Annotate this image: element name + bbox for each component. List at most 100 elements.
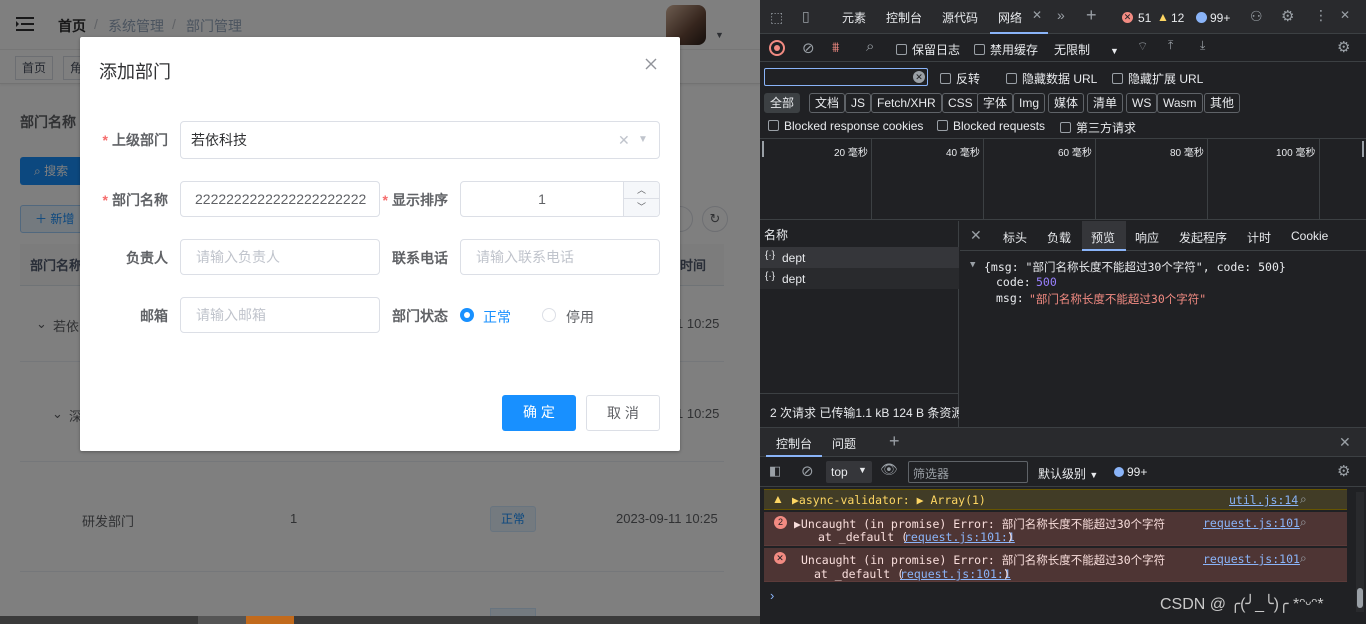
network-settings-icon[interactable]: ⚙ <box>1337 38 1350 56</box>
drawer-tab-console[interactable]: 控制台 <box>766 428 822 457</box>
stack-source-link[interactable]: request.js:101:1 <box>900 567 1011 581</box>
taskbar-item[interactable] <box>198 616 246 624</box>
tab-sources[interactable]: 源代码 <box>942 9 978 26</box>
status-radio-disabled[interactable] <box>542 308 556 322</box>
type-filter-doc[interactable]: 文档 <box>809 93 846 113</box>
hide-data-url-checkbox[interactable]: 隐藏数据 URL <box>1006 70 1097 87</box>
network-filter-input[interactable]: ✕ <box>764 68 928 86</box>
close-tab-icon[interactable]: ✕ <box>1032 8 1042 22</box>
type-filter-other[interactable]: 其他 <box>1204 93 1241 113</box>
close-icon[interactable] <box>645 58 657 70</box>
detail-tab-cookie[interactable]: Cookie <box>1291 229 1328 243</box>
error-count[interactable]: 51 <box>1138 11 1151 25</box>
expand-triangle-icon[interactable]: ▼ <box>970 260 975 270</box>
info-count[interactable]: 99+ <box>1210 11 1230 25</box>
more-menu-icon[interactable]: ⋮ <box>1314 7 1328 24</box>
drawer-tab-issues[interactable]: 问题 <box>832 435 856 452</box>
detail-tab-timing[interactable]: 计时 <box>1247 229 1271 246</box>
live-expression-icon[interactable]: 👁 <box>880 461 898 478</box>
close-drawer-icon[interactable]: ✕ <box>1339 434 1351 451</box>
import-har-icon[interactable]: ⤒ <box>1168 38 1173 53</box>
console-message-text[interactable]: ▶async-validator: ▶ Array(1) <box>792 493 986 507</box>
sort-input-number[interactable]: 1 ︿ ﹀ <box>460 181 660 217</box>
clear-filter-icon[interactable]: ✕ <box>913 71 925 83</box>
increase-button[interactable]: ︿ <box>623 182 659 199</box>
invert-checkbox[interactable]: 反转 <box>940 70 980 87</box>
more-tabs-icon[interactable]: » <box>1057 7 1065 23</box>
console-source-link[interactable]: request.js:101 <box>1203 516 1300 530</box>
tab-elements[interactable]: 元素 <box>842 9 866 26</box>
console-message-count[interactable]: 99+ <box>1127 465 1147 479</box>
leader-input[interactable]: 请输入负责人 <box>180 239 380 275</box>
export-har-icon[interactable]: ⤓ <box>1200 38 1205 53</box>
status-disabled-label[interactable]: 停用 <box>566 307 594 327</box>
type-filter-font[interactable]: 字体 <box>977 93 1014 113</box>
console-prompt-icon[interactable]: › <box>770 588 774 603</box>
log-level-select[interactable]: 默认级别 ▼ <box>1038 465 1098 482</box>
disable-cache-checkbox[interactable]: 禁用缓存 <box>974 41 1038 58</box>
hide-ext-url-checkbox[interactable]: 隐藏扩展 URL <box>1112 70 1203 87</box>
record-icon[interactable] <box>769 40 785 56</box>
search-icon[interactable]: ⌕ <box>1300 551 1307 566</box>
add-drawer-tab-icon[interactable]: + <box>889 431 900 452</box>
detail-tab-response[interactable]: 响应 <box>1135 229 1159 246</box>
type-filter-ws[interactable]: WS <box>1126 93 1158 113</box>
blocked-requests-checkbox[interactable]: Blocked requests <box>937 119 1045 133</box>
cancel-button[interactable]: 取 消 <box>586 395 660 431</box>
search-icon[interactable]: ⌕ <box>1300 515 1307 530</box>
confirm-button[interactable]: 确 定 <box>502 395 576 431</box>
stack-source-link[interactable]: request.js:101:1 <box>904 530 1015 544</box>
third-party-checkbox[interactable]: 第三方请求 <box>1060 119 1136 136</box>
context-select[interactable]: top ▼ <box>826 461 872 483</box>
detail-tab-headers[interactable]: 标头 <box>1003 229 1027 246</box>
network-conditions-icon[interactable]: ⌔ <box>1137 39 1148 54</box>
type-filter-media[interactable]: 媒体 <box>1048 93 1085 113</box>
type-filter-css[interactable]: CSS <box>942 93 979 113</box>
sidebar-toggle-icon[interactable]: ◧ <box>769 463 781 479</box>
request-row[interactable]: {·} dept <box>760 247 959 268</box>
decrease-button[interactable]: ﹀ <box>623 199 659 216</box>
status-radio-normal[interactable] <box>460 308 474 322</box>
clear-icon[interactable]: ⊘ <box>802 39 815 57</box>
settings-icon[interactable]: ⚙ <box>1281 7 1294 25</box>
name-column-header[interactable]: 名称 <box>764 226 788 243</box>
close-devtools-icon[interactable]: ✕ <box>1340 8 1350 22</box>
phone-input[interactable]: 请输入联系电话 <box>460 239 660 275</box>
detail-tab-payload[interactable]: 负载 <box>1047 229 1071 246</box>
warning-count[interactable]: 12 <box>1171 11 1184 25</box>
tab-network[interactable]: 网络 ✕ <box>990 0 1048 34</box>
chevron-down-icon[interactable]: ▼ <box>638 122 648 158</box>
dept-name-input[interactable]: 2222222222222222222222 <box>180 181 380 217</box>
detail-tab-preview[interactable]: 预览 <box>1082 221 1126 251</box>
console-source-link[interactable]: request.js:101 <box>1203 552 1300 566</box>
parent-dept-select[interactable]: 若依科技 ✕ ▼ <box>180 121 660 159</box>
console-source-link[interactable]: util.js:14 <box>1229 493 1298 507</box>
request-row[interactable]: {·} dept <box>760 268 959 289</box>
console-scrollbar[interactable] <box>1356 492 1364 612</box>
search-icon[interactable]: ⌕ <box>1300 492 1307 507</box>
inspect-icon[interactable]: ⬚ <box>770 9 783 26</box>
status-normal-label[interactable]: 正常 <box>483 307 511 327</box>
device-toolbar-icon[interactable]: ▯ <box>802 8 810 25</box>
console-settings-icon[interactable]: ⚙ <box>1337 462 1350 480</box>
filter-icon[interactable]: ⩩ <box>832 39 839 56</box>
clear-icon[interactable]: ✕ <box>618 122 630 158</box>
type-filter-img[interactable]: Img <box>1013 93 1046 113</box>
type-filter-wasm[interactable]: Wasm <box>1157 93 1203 113</box>
email-input[interactable]: 请输入邮箱 <box>180 297 380 333</box>
type-filter-xhr[interactable]: Fetch/XHR <box>871 93 942 113</box>
issues-icon[interactable]: ⚇ <box>1250 8 1263 25</box>
search-icon[interactable]: ⌕ <box>866 38 874 55</box>
blocked-cookies-checkbox[interactable]: Blocked response cookies <box>768 119 923 133</box>
type-filter-manifest[interactable]: 清单 <box>1087 93 1124 113</box>
console-filter-input[interactable]: 筛选器 <box>908 461 1028 483</box>
close-detail-icon[interactable]: ✕ <box>970 227 982 244</box>
type-filter-js[interactable]: JS <box>845 93 872 113</box>
network-overview[interactable]: 20 毫秒 40 毫秒 60 毫秒 80 毫秒 100 毫秒 <box>760 138 1366 220</box>
add-tab-icon[interactable]: + <box>1086 5 1097 26</box>
throttle-select[interactable]: 无限制 ▼ <box>1054 41 1119 58</box>
taskbar-item[interactable] <box>246 616 294 624</box>
detail-tab-initiator[interactable]: 发起程序 <box>1179 229 1227 246</box>
preserve-log-checkbox[interactable]: 保留日志 <box>896 41 960 58</box>
console-message-text[interactable]: Uncaught (in promise) Error: 部门名称长度不能超过3… <box>801 552 1165 568</box>
